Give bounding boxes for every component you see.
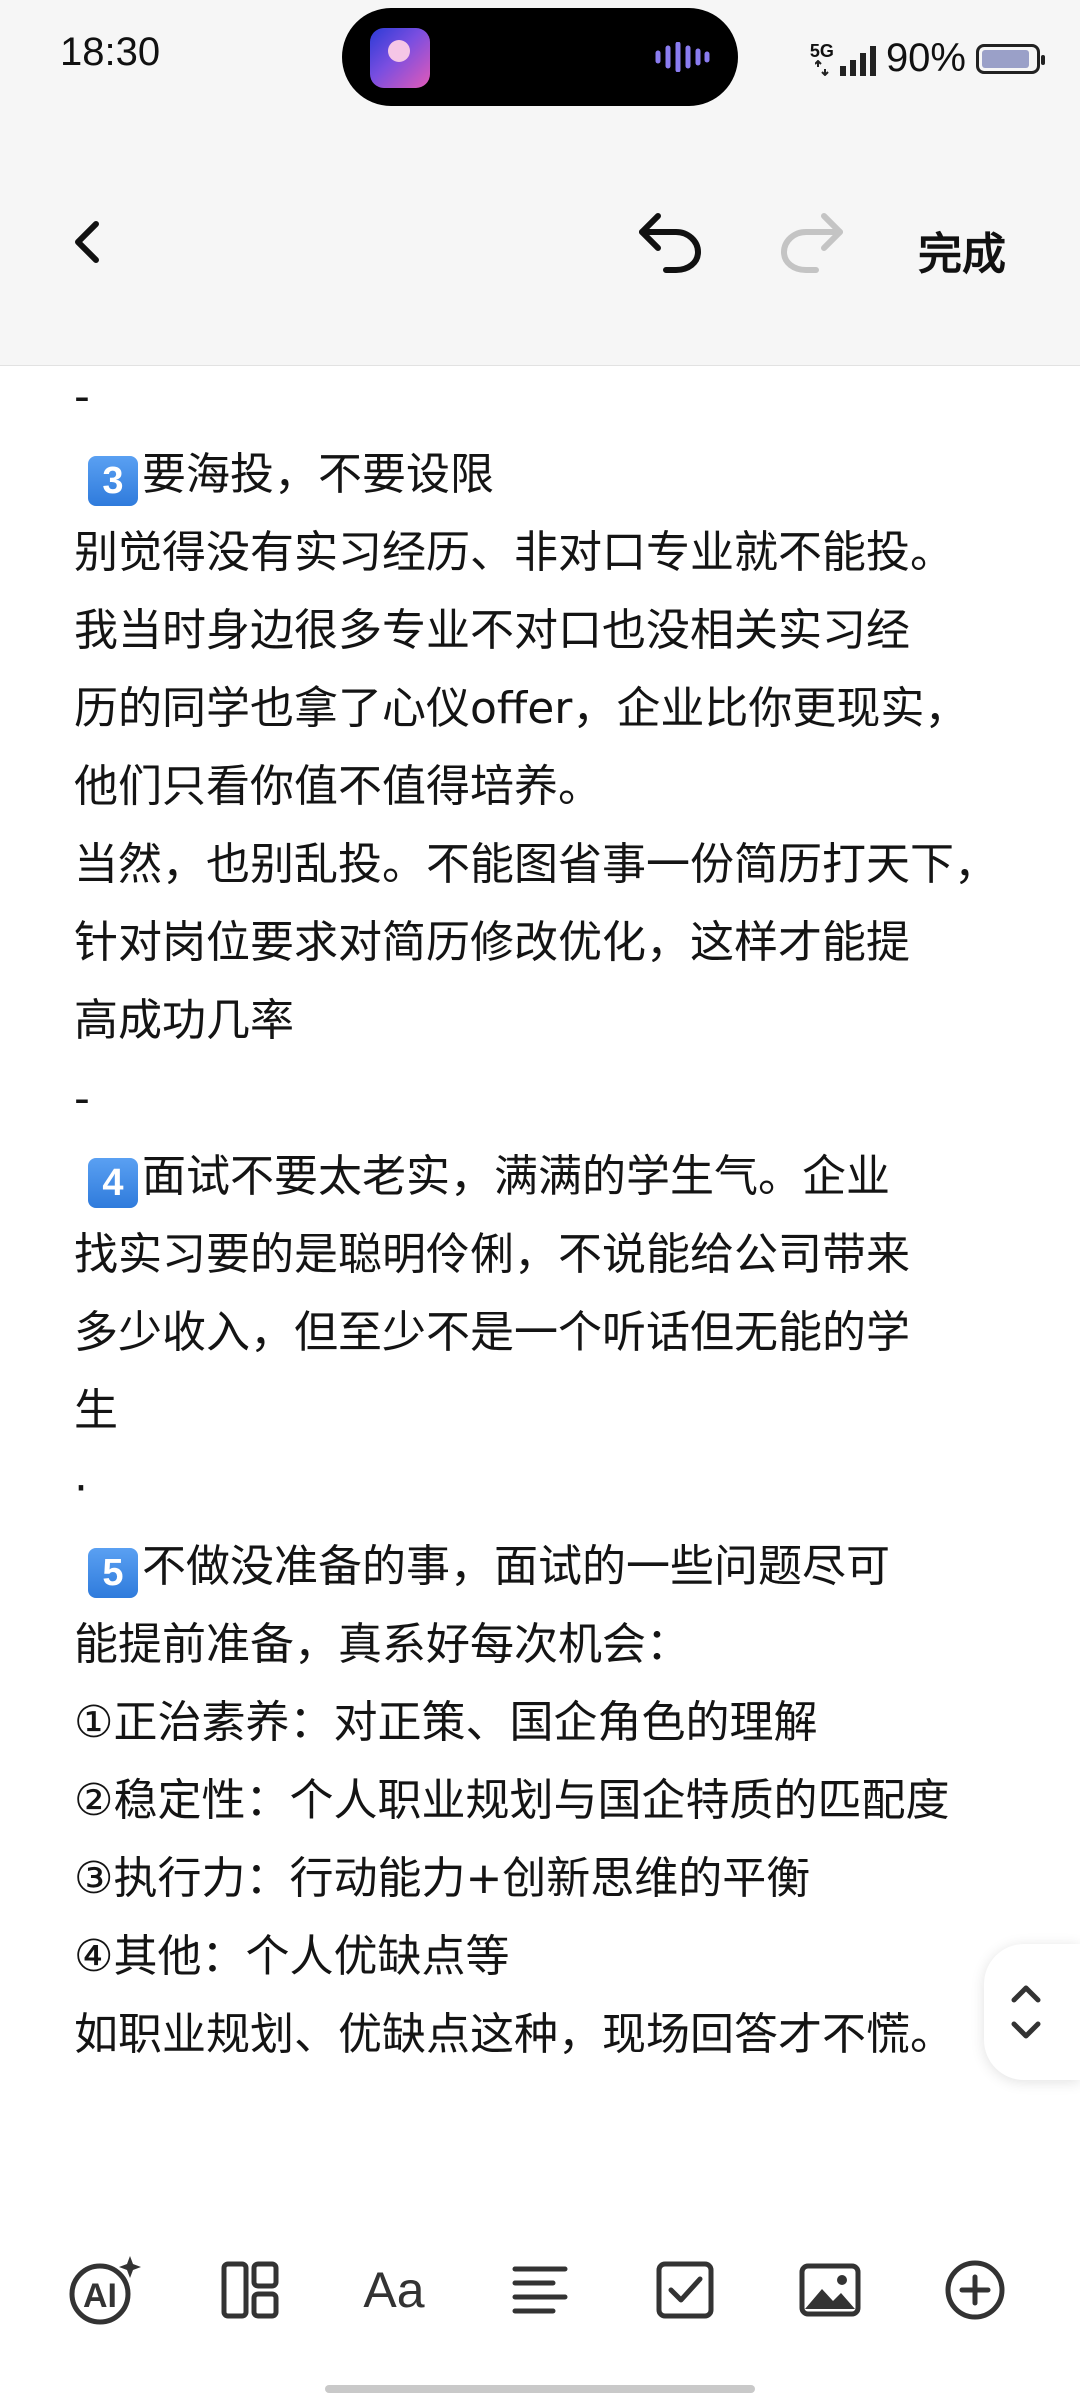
signal-group: 5G xyxy=(810,42,876,76)
redo-icon[interactable] xyxy=(776,208,848,274)
note-line-text: 要海投，不要设限 xyxy=(142,449,494,500)
scroll-handle[interactable] xyxy=(984,1944,1080,2080)
layout-icon xyxy=(221,2261,279,2319)
insert-image-button[interactable] xyxy=(790,2250,870,2330)
undo-icon[interactable] xyxy=(634,208,706,274)
note-line: 高成功几率 xyxy=(74,995,294,1046)
note-line: 针对岗位要求对简历修改优化，这样才能提 xyxy=(74,917,910,968)
data-arrows-icon xyxy=(814,59,829,76)
chevron-left-icon[interactable] xyxy=(60,212,120,272)
audio-wave-icon xyxy=(655,42,710,72)
home-indicator[interactable] xyxy=(325,2385,755,2393)
note-line: 生 xyxy=(74,1385,118,1436)
note-line: ④其他：个人优缺点等 xyxy=(74,1931,510,1982)
ai-assistant-icon: AI xyxy=(69,2256,141,2325)
note-line: 多少收入，但至少不是一个听话但无能的学 xyxy=(74,1307,910,1358)
note-line: 4 面试不要太老实，满满的学生气。企业 xyxy=(74,1138,1034,1216)
status-bar: 18:30 5G 90% xyxy=(0,0,1080,120)
align-button[interactable] xyxy=(500,2250,580,2330)
note-line: ③执行力：行动能力+创新思维的平衡 xyxy=(74,1853,811,1904)
note-line: ①正治素养：对正策、国企角色的理解 xyxy=(74,1697,818,1748)
keycap-number-badge: 4 xyxy=(88,1158,138,1208)
keycap-number-badge: 5 xyxy=(88,1548,138,1598)
network-type: 5G xyxy=(809,40,834,61)
status-time: 18:30 xyxy=(60,30,161,74)
battery-icon xyxy=(976,43,1045,74)
note-line-text: 面试不要太老实，满满的学生气。企业 xyxy=(142,1151,890,1202)
note-line: 我当时身边很多专业不对口也没相关实习经 xyxy=(74,605,910,656)
scroll-up-down-icon[interactable] xyxy=(984,1944,1080,2080)
image-icon xyxy=(799,2263,861,2317)
note-line: 找实习要的是聪明伶俐，不说能给公司带来 xyxy=(74,1229,910,1280)
text-format-button[interactable]: Aa xyxy=(354,2250,434,2330)
battery-percent: 90% xyxy=(885,36,966,80)
note-line: - xyxy=(74,371,90,422)
music-app-icon[interactable] xyxy=(370,28,430,88)
note-line: · xyxy=(74,1463,88,1514)
svg-text:AI: AI xyxy=(83,2277,117,2315)
note-line: 别觉得没有实习经历、非对口专业就不能投。 xyxy=(74,527,954,578)
align-icon xyxy=(512,2266,568,2314)
ai-assistant-button[interactable]: AI xyxy=(64,2250,144,2330)
status-right: 5G 90% xyxy=(810,36,1045,81)
dynamic-island[interactable] xyxy=(342,8,738,106)
note-line: 5 不做没准备的事，面试的一些问题尽可 xyxy=(74,1528,1034,1606)
checklist-icon xyxy=(656,2261,714,2319)
done-button[interactable]: 完成 xyxy=(918,218,1006,282)
editor-toolbar: 完成 xyxy=(0,120,1080,366)
signal-strength-icon xyxy=(839,45,876,76)
add-button[interactable] xyxy=(935,2250,1015,2330)
note-line: 如职业规划、优缺点这种，现场回答才不慌。 xyxy=(74,2009,954,2060)
format-toolbar: AI Aa xyxy=(0,2250,1080,2350)
layout-button[interactable] xyxy=(210,2250,290,2330)
note-line: 能提前准备，真系好每次机会： xyxy=(74,1619,690,1670)
add-icon xyxy=(945,2260,1005,2320)
note-line: ②稳定性：个人职业规划与国企特质的匹配度 xyxy=(74,1775,950,1826)
text-format-icon: Aa xyxy=(363,2262,425,2318)
note-line: 当然，也别乱投。不能图省事一份简历打天下， xyxy=(74,839,998,890)
note-line: 3 要海投，不要设限 xyxy=(74,436,1034,514)
note-line: - xyxy=(74,1073,90,1124)
note-line: 他们只看你值不值得培养。 xyxy=(74,761,602,812)
note-line-text: 不做没准备的事，面试的一些问题尽可 xyxy=(142,1541,890,1592)
checklist-button[interactable] xyxy=(645,2250,725,2330)
keycap-number-badge: 3 xyxy=(88,456,138,506)
note-line: 历的同学也拿了心仪offer，企业比你更现实， xyxy=(74,683,969,734)
battery-fill xyxy=(982,49,1029,68)
note-editor[interactable]: - 3 要海投，不要设限 别觉得没有实习经历、非对口专业就不能投。 我当时身边很多… xyxy=(74,358,1034,2074)
